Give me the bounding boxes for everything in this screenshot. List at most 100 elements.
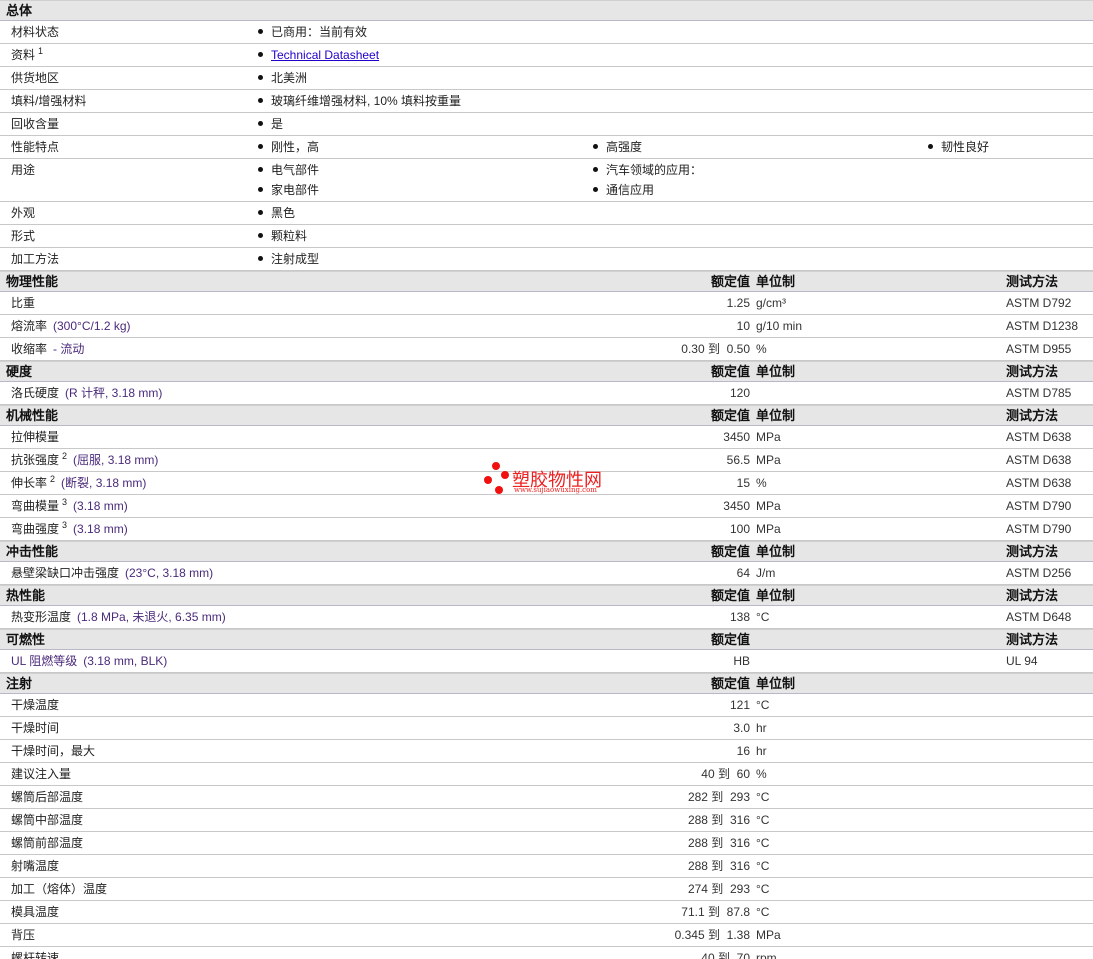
property-value: 100 [729,522,750,536]
test-method: ASTM D792 [1006,296,1072,310]
property-name: 比重 [11,296,36,310]
table-row: 悬壁梁缺口冲击强度 (23°C, 3.18 mm) 64 J/m ASTM D256 [0,562,1093,585]
property-label: 热变形温度 (1.8 MPa, 未退火, 6.35 mm) [11,606,226,628]
property-value: HB [733,654,750,668]
property-unit: °C [756,905,770,919]
test-method: ASTM D1238 [1006,319,1079,333]
property-name: 悬壁梁缺口冲击强度 [11,566,120,580]
section-header-general: 总体 [0,0,1093,21]
property-name: 熔流率 [11,319,48,333]
property-label: 材料状态 [11,21,59,43]
property-value: 71.1 到 87.8 [681,905,750,919]
datasheet-link[interactable]: Technical Datasheet [271,48,379,62]
bullet-icon [258,98,263,104]
test-condition: (屈服, 3.18 mm) [73,453,159,467]
column-header-unit: 单位制 [756,408,796,423]
footnote-ref[interactable]: 2 [50,474,55,484]
property-unit: hr [756,721,767,735]
test-method: ASTM D648 [1006,610,1072,624]
property-name: 供货地区 [11,71,60,85]
table-row: 建议注入量 40 到 60% [0,763,1093,786]
column-header-value: 额定值 [710,408,750,423]
property-label: 加工（熔体）温度 [11,878,107,900]
footnote-ref[interactable]: 3 [62,497,67,507]
table-row: 加工（熔体）温度 274 到 293 °C [0,878,1093,901]
property-name: 弯曲模量 [11,499,60,513]
test-condition: (R 计秤, 3.18 mm) [65,386,163,400]
table-row: 螺杆转速 40 到 70 rpm [0,947,1093,959]
section-title: 可燃性 [6,632,46,647]
column-header-value: 额定值 [710,544,750,559]
test-condition: (3.18 mm) [73,499,128,513]
property-name: 背压 [11,928,36,942]
property-name: 建议注入量 [11,767,72,781]
table-row: 螺筒后部温度 282 到 293 °C [0,786,1093,809]
test-method: ASTM D790 [1006,499,1072,513]
property-unit: MPa [756,499,781,513]
property-unit: MPa [756,430,781,444]
property-value: 0.345 到 1.38 [674,928,750,942]
property-value: 121 [729,698,750,712]
bullet-icon [258,233,263,239]
property-name: 伸长率 [11,476,48,490]
property-label: 螺杆转速 [11,947,59,959]
footnote-ref[interactable]: 3 [62,520,67,530]
table-row: 弯曲模量 3 (3.18 mm) 3450 MPa ASTM D790 [0,495,1093,518]
column-header-value: 额定值 [710,632,750,647]
section-header: 注射 额定值 单位制 [0,673,1093,694]
property-label: 建议注入量 [11,763,71,785]
bullet-item: 电气部件 [258,159,319,181]
table-row: 干燥时间 3.0 hr [0,717,1093,740]
bullet-text: 电气部件 [271,163,320,177]
bullet-icon [258,75,263,81]
property-name: 用途 [11,163,36,177]
property-unit: °C [756,610,770,624]
test-method: ASTM D785 [1006,386,1072,400]
property-name: 形式 [11,229,36,243]
property-label: 熔流率 (300°C/1.2 kg) [11,315,131,337]
table-row: 螺筒前部温度 288 到 316 °C [0,832,1093,855]
bullet-item: 通信应用 [593,179,654,201]
column-header-value: 额定值 [710,364,750,379]
bullet-text: 高强度 [606,140,643,154]
property-unit: % [756,476,767,490]
bullet-text: 韧性良好 [941,140,990,154]
property-label: 比重 [11,292,35,314]
bullet-text: 汽车领域的应用： [606,163,703,177]
table-row: 模具温度 71.1 到 87.8 °C [0,901,1093,924]
footnote-ref[interactable]: 1 [38,46,43,56]
column-header-unit: 单位制 [756,274,796,289]
bullet-text: 已商用：当前有效 [271,25,368,39]
property-name: 热变形温度 [11,610,72,624]
property-value: 3.0 [733,721,750,735]
property-value: 0.30 到 0.50 [681,342,750,356]
property-name: 抗张强度 [11,453,60,467]
test-condition: (3.18 mm, BLK) [83,654,168,668]
property-unit: °C [756,882,770,896]
bullet-item: 家电部件 [258,179,319,201]
property-label: 资料 1 [11,44,43,66]
property-value: 10 [736,319,750,333]
bullet-icon [258,121,263,127]
property-label: 回收含量 [11,113,59,135]
test-condition: (23°C, 3.18 mm) [125,566,214,580]
bullet-item: 汽车领域的应用： [593,159,702,181]
bullet-icon [593,167,598,173]
table-row: 抗张强度 2 (屈服, 3.18 mm) 56.5 MPa ASTM D638 [0,449,1093,472]
bullet-icon [258,256,263,262]
section-title: 硬度 [6,364,33,379]
property-name: 干燥温度 [11,698,60,712]
table-row: 材料状态 已商用：当前有效 [0,21,1093,44]
footnote-ref[interactable]: 2 [62,451,67,461]
column-header-method: 测试方法 [1006,274,1059,289]
table-row: 弯曲强度 3 (3.18 mm) 100 MPa ASTM D790 [0,518,1093,541]
property-name: 干燥时间 [11,721,60,735]
property-name: 洛氏硬度 [11,386,60,400]
bullet-item: 刚性，高 [258,136,319,158]
property-value: 56.5 [726,453,750,467]
property-label: 射嘴温度 [11,855,59,877]
table-row: 伸长率 2 (断裂, 3.18 mm) 15% ASTM D638 [0,472,1093,495]
bullet-icon [258,29,263,35]
bullet-item: 北美洲 [258,67,307,89]
bullet-text: 是 [271,117,284,131]
